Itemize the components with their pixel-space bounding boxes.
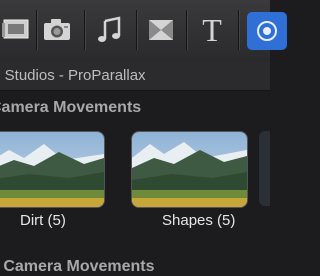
title-icon: T <box>202 11 222 48</box>
photos-button[interactable] <box>34 8 80 52</box>
music-button[interactable] <box>87 8 133 52</box>
library-title: m Studios - ProParallax <box>0 67 146 84</box>
generator-icon <box>257 21 277 41</box>
transition-icon <box>149 20 173 40</box>
music-icon <box>98 16 121 42</box>
thumbnail-label-dirt: Dirt (5) <box>20 212 66 229</box>
film-button[interactable] <box>0 8 38 52</box>
toolbar: T <box>0 0 287 63</box>
thumbnail-label-shapes: Shapes (5) <box>162 212 236 229</box>
thumbnail-dirt[interactable] <box>0 131 105 208</box>
generators-button[interactable] <box>247 12 287 50</box>
thumbnail-shapes[interactable] <box>131 131 248 208</box>
thumbnail-partial[interactable] <box>259 131 270 206</box>
landscape-image <box>132 132 247 207</box>
landscape-image <box>0 132 104 207</box>
library-header: m Studios - ProParallax <box>0 62 270 91</box>
titles-button[interactable]: T <box>189 8 235 52</box>
section-title-second: e Camera Movements <box>0 258 155 275</box>
film-icon <box>2 19 29 39</box>
section-title-camera-movements: Camera Movements <box>0 99 142 116</box>
transitions-button[interactable] <box>138 8 184 52</box>
camera-icon <box>44 19 70 40</box>
